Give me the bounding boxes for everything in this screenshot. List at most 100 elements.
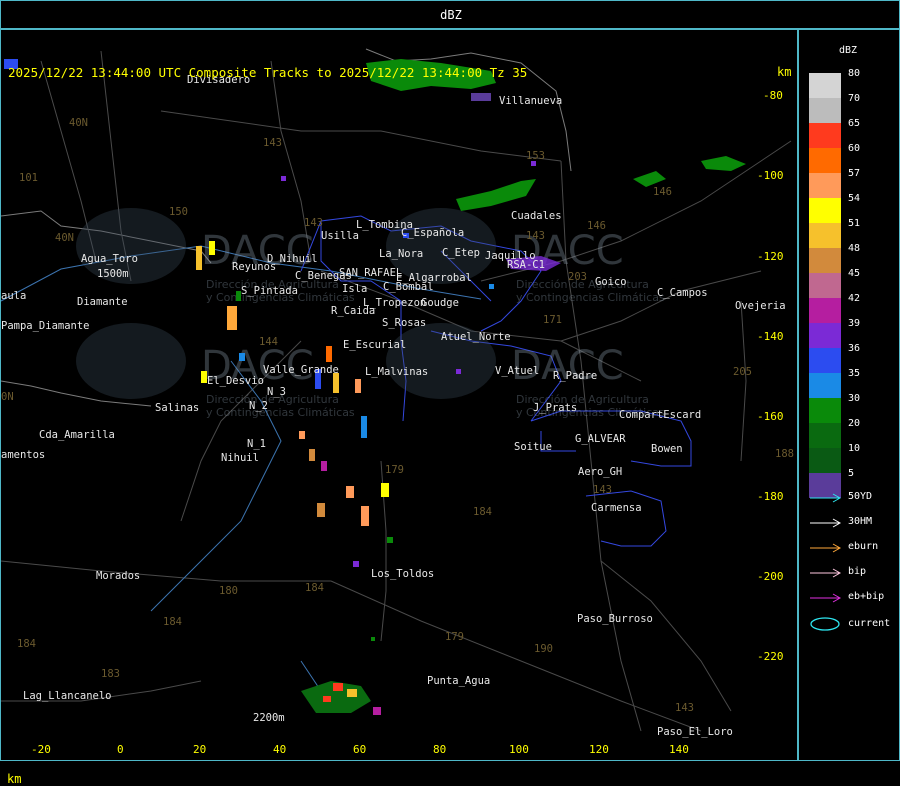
place-label: Bowen	[651, 443, 683, 455]
route-label: 184	[473, 506, 492, 518]
route-label: 205	[733, 366, 752, 378]
track-arrow-icon	[810, 518, 842, 528]
legend-value: 36	[848, 343, 861, 354]
route-label: 183	[101, 668, 120, 680]
route-label: 150	[169, 206, 188, 218]
place-label: Goico	[595, 276, 627, 288]
track-arrow-icon	[810, 593, 842, 603]
place-label: Goudge	[421, 297, 459, 309]
place-label: Carmensa	[591, 502, 642, 514]
y-tick: -120	[757, 250, 784, 263]
legend-value: 42	[848, 293, 861, 304]
legend-title: dBZ	[838, 45, 858, 56]
current-ellipse-icon	[810, 617, 840, 631]
route-label: 101	[19, 172, 38, 184]
x-tick: 40	[273, 743, 286, 756]
track-label: 30HM	[848, 516, 873, 527]
place-label: Morados	[96, 570, 140, 582]
place-label: Reyunos	[232, 261, 276, 273]
place-label: L_Malvinas	[365, 366, 428, 378]
place-label: J_Prats	[533, 402, 577, 414]
place-names: Divisadero Villanueva Cuadales L_Tombina…	[1, 74, 786, 738]
legend-swatch	[809, 398, 841, 423]
title-bar: dBZ	[0, 0, 900, 29]
route-label: 40N	[69, 117, 88, 129]
watermark-line2: y Contingencias Climáticas	[516, 291, 665, 304]
place-label: V_Atuel	[495, 365, 539, 377]
route-label: 179	[385, 464, 404, 476]
place-label: N_2	[249, 400, 268, 412]
legend-value: 70	[848, 93, 861, 104]
track-key-30HM: 30HM	[809, 516, 899, 530]
legend-value: 45	[848, 268, 861, 279]
legend-value: 51	[848, 218, 861, 229]
legend-swatch	[809, 223, 841, 248]
legend-swatch	[809, 448, 841, 473]
track-key-50YD: 50YD	[809, 491, 899, 505]
route-label: 190	[534, 643, 553, 655]
route-label: 153	[526, 150, 545, 162]
place-label: Cuadales	[511, 210, 562, 222]
place-label: amentos	[1, 449, 45, 461]
x-axis-labels: -20 0 20 40 60 80 100 120 140	[31, 743, 689, 756]
place-label: Isla	[342, 283, 367, 295]
legend-swatch	[809, 98, 841, 123]
x-tick: 120	[589, 743, 609, 756]
place-label: SAN_RAFAEL	[339, 267, 402, 279]
place-label: Agua_Toro	[81, 253, 138, 265]
y-tick: -100	[757, 169, 784, 182]
legend-value: 20	[848, 418, 861, 429]
place-label: aula	[1, 290, 26, 302]
route-label: 184	[17, 638, 36, 650]
legend-value: 54	[848, 193, 861, 204]
legend-swatch	[809, 248, 841, 273]
x-tick: -20	[31, 743, 51, 756]
place-label: La_Nora	[379, 248, 423, 260]
place-label: C_Española	[401, 227, 464, 239]
legend-swatch	[809, 423, 841, 448]
watermark-line2: y Contingencias Climáticas	[206, 406, 355, 419]
track-label: bip	[848, 566, 867, 577]
place-label: L_Tropezon	[363, 297, 426, 309]
place-label: N_1	[247, 438, 266, 450]
track-arrow-icon	[810, 568, 842, 578]
legend-value: 80	[848, 68, 861, 79]
track-key-current: current	[809, 616, 899, 631]
place-label: Pampa_Diamante	[1, 320, 90, 332]
y-tick: -140	[757, 330, 784, 343]
route-label: 146	[587, 220, 606, 232]
place-label: 2200m	[253, 712, 285, 724]
rivers	[1, 245, 482, 712]
legend-value: 39	[848, 318, 861, 329]
unit-label-top: km	[777, 65, 792, 79]
track-arrow-icon	[810, 543, 842, 553]
place-label: Soitue	[514, 441, 552, 453]
place-label: Ovejeria	[735, 300, 786, 312]
route-label: 188	[775, 448, 794, 460]
place-label: C_Etep	[442, 247, 480, 259]
legend-value: 10	[848, 443, 861, 454]
place-label: Villanueva	[499, 95, 562, 107]
legend-value: 60	[848, 143, 861, 154]
legend-swatch	[809, 273, 841, 298]
x-tick: 140	[669, 743, 689, 756]
place-label: Usilla	[321, 230, 359, 242]
place-label: S_Rosas	[382, 317, 426, 329]
legend-swatch	[809, 373, 841, 398]
x-tick: 100	[509, 743, 529, 756]
route-label: 184	[163, 616, 182, 628]
track-label: eb+bip	[848, 591, 885, 602]
legend-value: 57	[848, 168, 861, 179]
place-label: C_Bombal	[383, 281, 434, 293]
composite-header: 2025/12/22 13:44:00 UTC Composite Tracks…	[8, 65, 528, 80]
place-label: Punta_Agua	[427, 675, 490, 687]
window-title: dBZ	[440, 8, 462, 22]
place-label: Atuel_Norte	[441, 331, 511, 343]
place-label: RSA-C1	[507, 259, 545, 271]
legend-swatch	[809, 173, 841, 198]
radar-map[interactable]: DACC Dirección de Agricultura y Continge…	[1, 30, 799, 762]
y-tick: -80	[763, 89, 783, 102]
route-label: 180	[219, 585, 238, 597]
track-key-eburn: eburn	[809, 541, 899, 555]
radar-map-panel[interactable]: DACC Dirección de Agricultura y Continge…	[0, 29, 799, 786]
